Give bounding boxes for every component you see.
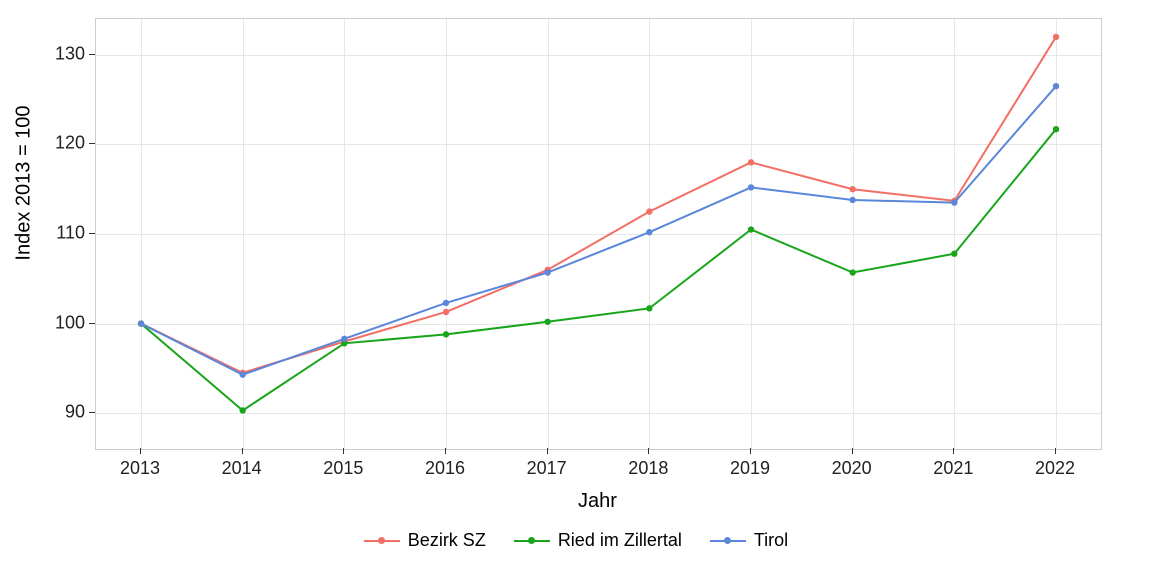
- data-point: [951, 251, 957, 257]
- data-point: [646, 305, 652, 311]
- legend-dot-icon: [378, 537, 385, 544]
- x-tick-mark: [1055, 448, 1056, 454]
- legend-entry: Tirol: [710, 530, 788, 551]
- x-tick-mark: [140, 448, 141, 454]
- y-axis-label: Index 2013 = 100: [13, 33, 36, 333]
- x-tick-mark: [852, 448, 853, 454]
- legend-label: Ried im Zillertal: [558, 530, 682, 551]
- legend-dot-icon: [528, 537, 535, 544]
- data-point: [239, 371, 245, 377]
- data-point: [849, 186, 855, 192]
- x-tick-mark: [445, 448, 446, 454]
- chart-container: Index 2013 = 100 Jahr Bezirk SZ Ried im Z…: [0, 0, 1152, 576]
- x-tick-mark: [242, 448, 243, 454]
- data-point: [544, 269, 550, 275]
- y-tick-label: 130: [45, 43, 85, 64]
- data-point: [443, 300, 449, 306]
- x-tick-label: 2021: [933, 458, 973, 479]
- y-tick-label: 100: [45, 312, 85, 333]
- data-point: [748, 184, 754, 190]
- y-tick-label: 120: [45, 133, 85, 154]
- y-tick-mark: [89, 412, 95, 413]
- series-line: [141, 37, 1056, 373]
- data-point: [849, 269, 855, 275]
- data-point: [849, 197, 855, 203]
- y-tick-mark: [89, 54, 95, 55]
- x-tick-mark: [547, 448, 548, 454]
- data-point: [951, 199, 957, 205]
- data-point: [646, 208, 652, 214]
- legend-label: Bezirk SZ: [408, 530, 486, 551]
- series-line: [141, 129, 1056, 410]
- x-tick-label: 2013: [120, 458, 160, 479]
- data-point: [239, 407, 245, 413]
- x-tick-mark: [343, 448, 344, 454]
- data-point: [646, 229, 652, 235]
- y-tick-mark: [89, 233, 95, 234]
- legend-swatch: [364, 540, 400, 542]
- x-tick-label: 2016: [425, 458, 465, 479]
- x-tick-label: 2022: [1035, 458, 1075, 479]
- legend-swatch: [710, 540, 746, 542]
- data-point: [544, 319, 550, 325]
- legend: Bezirk SZ Ried im Zillertal Tirol: [0, 530, 1152, 551]
- y-tick-mark: [89, 143, 95, 144]
- data-point: [443, 309, 449, 315]
- legend-swatch: [514, 540, 550, 542]
- x-tick-label: 2014: [222, 458, 262, 479]
- legend-entry: Bezirk SZ: [364, 530, 486, 551]
- y-tick-label: 90: [45, 402, 85, 423]
- x-tick-mark: [648, 448, 649, 454]
- plot-area: [95, 18, 1102, 450]
- y-tick-label: 110: [45, 223, 85, 244]
- legend-entry: Ried im Zillertal: [514, 530, 682, 551]
- x-tick-label: 2018: [628, 458, 668, 479]
- series-svg: [96, 19, 1101, 449]
- x-tick-label: 2017: [527, 458, 567, 479]
- data-point: [1053, 126, 1059, 132]
- legend-label: Tirol: [754, 530, 788, 551]
- x-tick-label: 2015: [323, 458, 363, 479]
- x-tick-mark: [750, 448, 751, 454]
- x-axis-label: Jahr: [95, 490, 1100, 513]
- data-point: [138, 320, 144, 326]
- data-point: [443, 331, 449, 337]
- data-point: [748, 226, 754, 232]
- data-point: [1053, 83, 1059, 89]
- x-tick-label: 2019: [730, 458, 770, 479]
- y-tick-mark: [89, 323, 95, 324]
- series-line: [141, 86, 1056, 374]
- data-point: [1053, 34, 1059, 40]
- x-tick-label: 2020: [832, 458, 872, 479]
- data-point: [341, 336, 347, 342]
- x-tick-mark: [953, 448, 954, 454]
- data-point: [748, 159, 754, 165]
- legend-dot-icon: [724, 537, 731, 544]
